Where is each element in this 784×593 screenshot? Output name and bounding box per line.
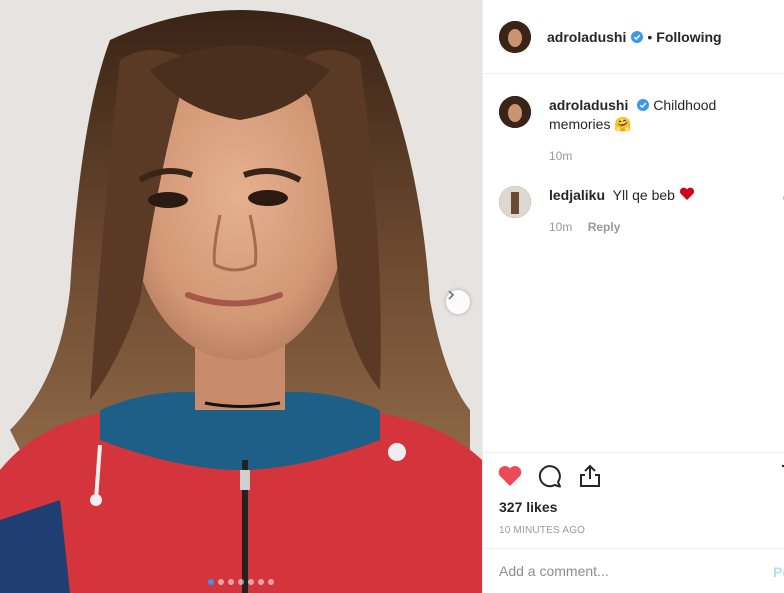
carousel-dot xyxy=(258,579,264,585)
carousel-dot-active xyxy=(208,579,214,585)
caption-comment: adroladushi Childhood memories 🤗 10m xyxy=(499,96,784,166)
add-comment-bar: Po xyxy=(483,548,784,593)
post-comment-button[interactable]: Po xyxy=(773,564,784,580)
verified-badge-icon xyxy=(631,30,644,43)
commenter-avatar[interactable] xyxy=(499,186,531,218)
post-header: adroladushi • Following xyxy=(483,0,784,74)
avatar-image xyxy=(499,186,531,218)
share-icon[interactable] xyxy=(577,463,603,489)
post-photo[interactable] xyxy=(0,0,482,593)
author-avatar[interactable] xyxy=(499,20,531,53)
following-button[interactable]: Following xyxy=(656,29,721,45)
carousel-dot xyxy=(248,579,254,585)
author-username[interactable]: adroladushi xyxy=(547,29,626,45)
carousel-dot xyxy=(268,579,274,585)
comment-time[interactable]: 10m xyxy=(549,220,572,234)
comment-icon[interactable] xyxy=(537,463,563,489)
comment-item: ledjaliku Yll qe beb 10m Reply xyxy=(499,186,784,237)
post-side-panel: adroladushi • Following adroladushi Chil… xyxy=(482,0,784,593)
chevron-right-icon xyxy=(448,290,455,300)
comment-input[interactable] xyxy=(499,563,749,579)
carousel-dot xyxy=(228,579,234,585)
caption-username[interactable]: adroladushi xyxy=(549,97,628,113)
post-actions: 327 likes 10 MINUTES AGO xyxy=(483,452,784,548)
comment-text: Yll qe beb xyxy=(612,187,675,203)
carousel-dot xyxy=(238,579,244,585)
verified-badge-icon xyxy=(637,99,650,111)
post-timestamp[interactable]: 10 MINUTES AGO xyxy=(499,525,585,536)
carousel-dot xyxy=(218,579,224,585)
avatar-image xyxy=(499,20,531,53)
red-heart-emoji-icon xyxy=(679,187,694,200)
heart-icon[interactable] xyxy=(497,463,523,489)
childhood-portrait-image xyxy=(0,0,482,593)
carousel-indicator xyxy=(0,579,482,585)
avatar-image xyxy=(499,96,531,128)
caption-emoji: 🤗 xyxy=(614,116,632,132)
reply-button[interactable]: Reply xyxy=(588,220,621,234)
caption-time[interactable]: 10m xyxy=(549,149,572,163)
commenter-username[interactable]: ledjaliku xyxy=(549,187,605,203)
header-separator: • xyxy=(647,28,653,45)
likes-count[interactable]: 327 likes xyxy=(499,499,557,515)
comments-list: adroladushi Childhood memories 🤗 10m led… xyxy=(499,96,784,237)
caption-author-avatar[interactable] xyxy=(499,96,531,128)
carousel-next-button[interactable] xyxy=(446,290,470,314)
